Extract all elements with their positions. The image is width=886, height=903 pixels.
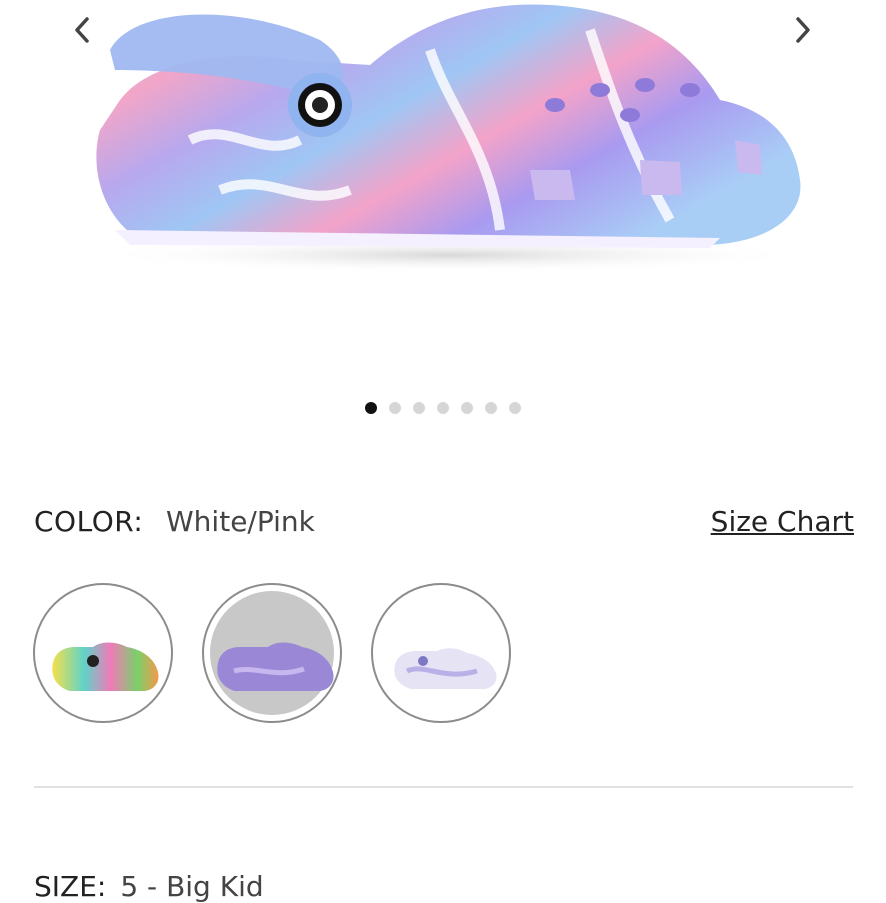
gallery-prev-button[interactable] [62, 10, 102, 50]
pagination-dot[interactable] [509, 402, 521, 414]
product-image [90, 4, 810, 273]
swatch-clog-image [394, 648, 497, 689]
chevron-left-icon [75, 17, 89, 43]
size-value: 5 - Big Kid [120, 870, 264, 903]
chevron-right-icon [796, 17, 810, 43]
gallery-next-button[interactable] [783, 10, 823, 50]
color-value: White/Pink [166, 505, 315, 538]
pagination-dot[interactable] [437, 402, 449, 414]
swatch-clog-image [52, 642, 159, 691]
color-label: COLOR: [34, 505, 144, 538]
size-selector-header: SIZE: 5 - Big Kid [34, 870, 264, 903]
size-label: SIZE: [34, 870, 107, 903]
checkmark-icon [206, 587, 242, 615]
pagination-dot[interactable] [389, 402, 401, 414]
color-swatch-white-lilac[interactable] [371, 583, 511, 723]
size-chart-link[interactable]: Size Chart [711, 505, 854, 538]
color-selector-header: COLOR: White/Pink Size Chart [34, 505, 854, 545]
color-swatch-multi-neon[interactable] [33, 583, 173, 723]
pagination-dot[interactable] [365, 402, 377, 414]
gallery-pagination [0, 402, 886, 414]
pagination-dot[interactable] [461, 402, 473, 414]
section-divider [34, 786, 853, 788]
pagination-dot[interactable] [485, 402, 497, 414]
pagination-dot[interactable] [413, 402, 425, 414]
product-gallery [0, 0, 886, 440]
color-swatch-lavender-purple[interactable] [202, 583, 342, 723]
